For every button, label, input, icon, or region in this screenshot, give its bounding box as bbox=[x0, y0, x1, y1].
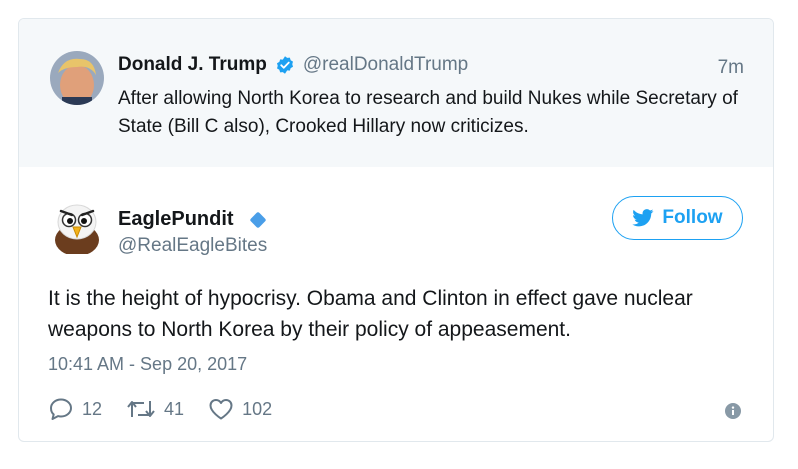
follow-label: Follow bbox=[662, 207, 723, 228]
like-button[interactable]: 102 bbox=[208, 397, 272, 421]
quoted-tweet[interactable]: Donald J. Trump @realDonaldTrump 7m Afte… bbox=[19, 19, 773, 167]
follow-button[interactable]: Follow bbox=[612, 196, 743, 240]
info-icon[interactable] bbox=[725, 403, 741, 419]
tweet-text: It is the height of hypocrisy. Obama and… bbox=[48, 287, 693, 341]
tweet-time[interactable]: 7m bbox=[718, 57, 744, 79]
author-handle[interactable]: @realDonaldTrump bbox=[303, 54, 468, 76]
tweet-card: Donald J. Trump @realDonaldTrump 7m Afte… bbox=[18, 18, 774, 442]
avatar-photo-icon bbox=[50, 51, 104, 105]
retweet-count: 41 bbox=[164, 398, 185, 419]
author-name-row: EaglePundit bbox=[118, 208, 267, 231]
verified-badge-icon bbox=[275, 55, 295, 75]
reply-button[interactable]: 12 bbox=[48, 397, 102, 421]
twitter-bird-icon bbox=[632, 209, 654, 227]
eagle-avatar-icon bbox=[55, 204, 99, 256]
quoted-tweet-header: Donald J. Trump @realDonaldTrump bbox=[118, 54, 468, 76]
like-count: 102 bbox=[242, 398, 273, 419]
author-handle[interactable]: @RealEagleBites bbox=[118, 235, 267, 257]
quoted-tweet-text: After allowing North Korea to research a… bbox=[118, 88, 738, 137]
tweet-actions: 12 41 102 bbox=[48, 397, 296, 421]
diamond-icon bbox=[249, 211, 267, 228]
author-name[interactable]: EaglePundit bbox=[118, 208, 234, 231]
heart-icon bbox=[209, 399, 233, 420]
avatar[interactable] bbox=[50, 200, 104, 256]
retweet-icon bbox=[127, 401, 155, 417]
author-name[interactable]: Donald J. Trump bbox=[118, 54, 267, 76]
reply-icon bbox=[50, 398, 72, 420]
tweet-timestamp[interactable]: 10:41 AM - Sep 20, 2017 bbox=[48, 354, 247, 375]
retweet-button[interactable]: 41 bbox=[126, 397, 184, 421]
avatar[interactable] bbox=[50, 51, 104, 105]
reply-count: 12 bbox=[82, 398, 103, 419]
